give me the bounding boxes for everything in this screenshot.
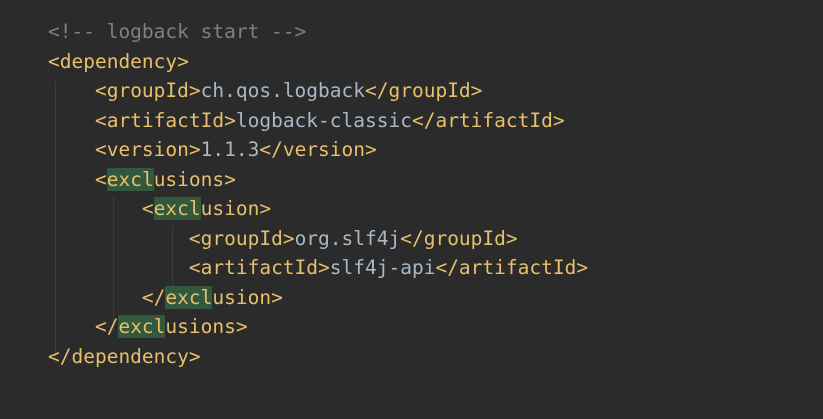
code-line-7[interactable]: <exclusion> [48,194,588,224]
code-line-4[interactable]: <artifactId>logback-classic</artifactId> [48,106,588,136]
artifactid-open-tag: <artifactId> [188,256,330,279]
exclusion-close-tag: </exclusion> [141,285,283,309]
groupid-value: ch.qos.logback [200,79,366,102]
groupid-open-tag: <groupId> [188,226,295,250]
code-line-6[interactable]: <exclusions> [48,165,588,195]
artifactid-value: slf4j-api [329,256,436,279]
search-match-highlight: excl [118,315,166,338]
groupid-open-tag: <groupId> [94,79,201,102]
code-line-2[interactable]: <dependency> [48,47,588,77]
artifactid-close-tag: </artifactId> [411,108,565,132]
tag-name-rest: usion> [200,197,272,220]
code-line-1[interactable]: <!-- logback start --> [48,17,588,47]
exclusion-open-tag: <exclusion> [142,197,271,220]
exclusions-open-tag: <exclusions> [94,167,236,191]
code-block[interactable]: <!-- logback start --> <dependency> <gro… [48,17,588,371]
dependency-open-tag: <dependency> [48,49,189,73]
artifactid-value: logback-classic [235,108,412,132]
search-match-highlight: excl [106,167,154,191]
groupid-close-tag: </groupId> [400,226,518,250]
version-close-tag: </version> [259,138,377,161]
search-match-highlight: excl [165,285,213,309]
tag-bracket: </ [141,285,166,309]
search-match-highlight: excl [153,197,201,220]
code-line-5[interactable]: <version>1.1.3</version> [48,135,588,165]
code-line-10[interactable]: </exclusion> [48,283,588,313]
tag-bracket: < [141,197,154,220]
xml-comment: <!-- logback start --> [48,20,307,43]
version-open-tag: <version> [94,138,201,161]
code-line-12[interactable]: </dependency> [48,342,588,372]
tag-bracket: < [94,167,107,191]
code-line-3[interactable]: <groupId>ch.qos.logback</groupId> [48,76,588,106]
code-line-8[interactable]: <groupId>org.slf4j</groupId> [48,224,588,254]
tag-name-rest: usion> [212,285,283,309]
groupid-close-tag: </groupId> [365,79,483,102]
code-line-9[interactable]: <artifactId>slf4j-api</artifactId> [48,253,588,283]
artifactid-open-tag: <artifactId> [94,108,236,132]
tag-name-rest: usions> [153,167,236,191]
groupid-value: org.slf4j [294,226,401,250]
code-editor[interactable]: <!-- logback start --> <dependency> <gro… [0,0,823,419]
version-value: 1.1.3 [200,138,260,161]
code-line-11[interactable]: </exclusions> [48,312,588,342]
exclusions-close-tag: </exclusions> [95,315,248,338]
tag-name-rest: usions> [165,315,248,338]
artifactid-close-tag: </artifactId> [435,256,589,279]
tag-bracket: </ [94,315,119,338]
dependency-close-tag: </dependency> [48,344,201,368]
